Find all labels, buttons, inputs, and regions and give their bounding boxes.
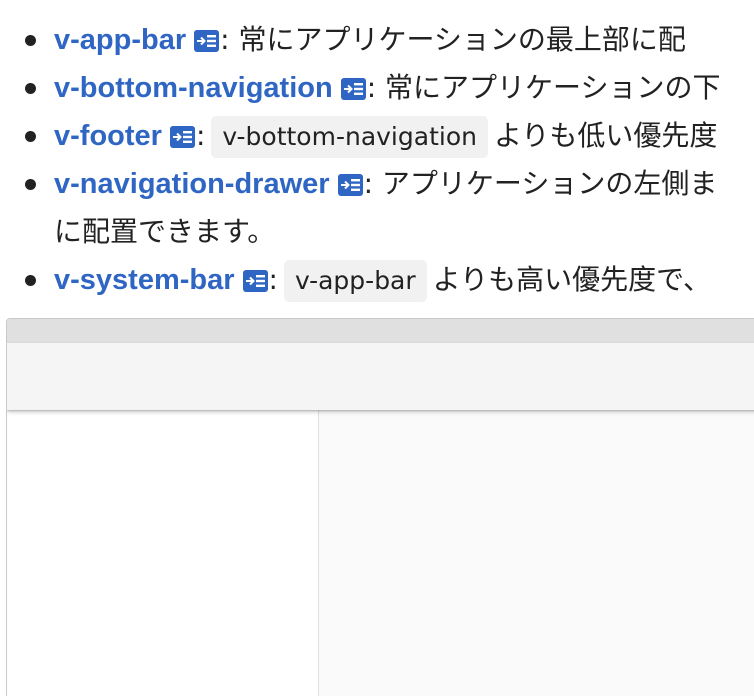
bullet-icon bbox=[25, 131, 36, 142]
v-system-bar-link[interactable]: v-system-bar bbox=[54, 264, 235, 296]
list-item-v-footer: v-footer: v-bottom-navigation よりも低い優先度 bbox=[0, 112, 754, 160]
api-page-icon[interactable] bbox=[169, 126, 195, 148]
bullet-icon bbox=[25, 83, 36, 94]
list-item-v-app-bar: v-app-bar: 常にアプリケーションの最上部に配 bbox=[0, 16, 754, 64]
separator: : bbox=[363, 167, 373, 200]
description: アプリケーションの左側ま bbox=[373, 167, 718, 200]
inline-code: v-bottom-navigation bbox=[211, 116, 488, 158]
api-page-icon[interactable] bbox=[337, 174, 363, 196]
v-footer-link[interactable]: v-footer bbox=[54, 120, 162, 152]
bullet-icon bbox=[25, 35, 36, 46]
bullet-icon bbox=[25, 179, 36, 190]
demo-navigation-drawer bbox=[7, 410, 319, 696]
list-item-v-system-bar: v-system-bar: v-app-bar よりも高い優先度で、 bbox=[0, 256, 754, 304]
description-continuation: に配置できます。 bbox=[54, 215, 276, 248]
separator: : bbox=[366, 71, 377, 104]
v-navigation-drawer-link[interactable]: v-navigation-drawer bbox=[54, 168, 330, 200]
list-item-v-bottom-navigation: v-bottom-navigation: 常にアプリケーションの下 bbox=[0, 64, 754, 112]
v-bottom-navigation-link[interactable]: v-bottom-navigation bbox=[54, 72, 333, 104]
api-page-icon[interactable] bbox=[340, 78, 366, 100]
description: 常にアプリケーションの下 bbox=[376, 71, 721, 104]
bullet-icon bbox=[25, 275, 36, 286]
list-item-v-navigation-drawer: v-navigation-drawer: アプリケーションの左側ま に配置できま… bbox=[0, 160, 754, 256]
api-page-icon[interactable] bbox=[242, 270, 268, 292]
separator: : bbox=[220, 23, 230, 56]
separator: : bbox=[268, 263, 278, 296]
description: 常にアプリケーションの最上部に配 bbox=[229, 23, 686, 56]
description: よりも低い優先度 bbox=[493, 119, 718, 152]
demo-system-bar bbox=[7, 319, 754, 343]
inline-code: v-app-bar bbox=[283, 260, 427, 302]
description: よりも高い優先度で、 bbox=[432, 263, 711, 296]
demo-app-bar bbox=[7, 343, 754, 410]
v-app-bar-link[interactable]: v-app-bar bbox=[54, 24, 186, 56]
separator: : bbox=[195, 119, 206, 152]
layout-component-list: v-app-bar: 常にアプリケーションの最上部に配 v-bottom-nav… bbox=[0, 16, 754, 304]
docs-page: v-app-bar: 常にアプリケーションの最上部に配 v-bottom-nav… bbox=[0, 0, 754, 696]
demo-main-content bbox=[319, 410, 754, 696]
layout-demo-frame bbox=[6, 318, 754, 696]
api-page-icon[interactable] bbox=[194, 30, 220, 52]
